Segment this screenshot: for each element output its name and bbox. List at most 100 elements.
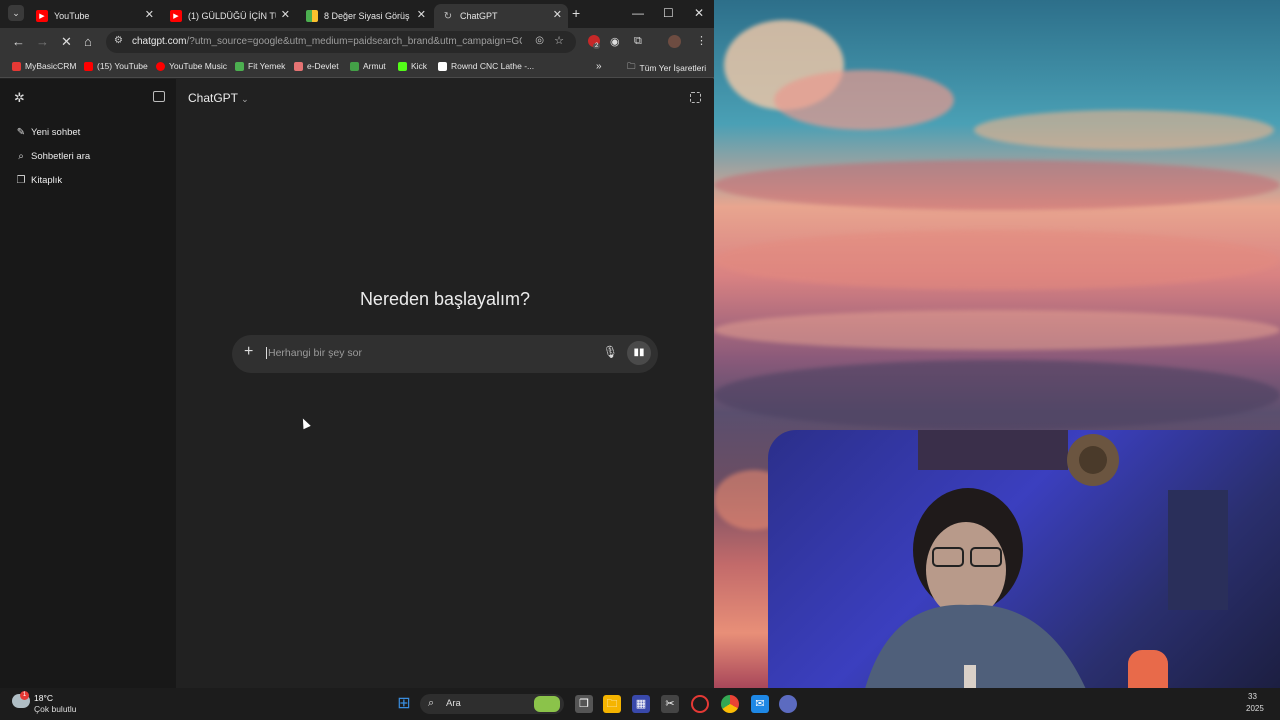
- close-icon[interactable]: ✕: [145, 8, 154, 21]
- stop-button[interactable]: ✕: [61, 34, 72, 50]
- tab-chatgpt[interactable]: ↻ ChatGPT ✕: [434, 4, 568, 28]
- chrome-icon[interactable]: [721, 695, 739, 713]
- bookmark-rownd[interactable]: Rownd CNC Lathe -...: [438, 61, 534, 71]
- close-icon[interactable]: ✕: [281, 8, 290, 21]
- forward-button[interactable]: →: [36, 34, 49, 49]
- toggle-sidebar-icon[interactable]: [153, 91, 165, 102]
- chatgpt-page: ✲ ✎ Yeni sohbet ⌕ Sohbetleri ara ❐ Kitap…: [0, 79, 714, 688]
- more-bookmarks-button[interactable]: »: [596, 61, 602, 72]
- search-label: Ara: [446, 698, 461, 709]
- sidebar-item-label: Sohbetleri ara: [31, 151, 91, 162]
- profile-avatar[interactable]: [668, 35, 681, 48]
- extension-icon[interactable]: ◉: [610, 35, 620, 48]
- star-icon[interactable]: ☆: [554, 34, 564, 47]
- close-icon[interactable]: ✕: [553, 8, 562, 21]
- kick-icon: [398, 61, 407, 71]
- bookmark-icon: [294, 61, 303, 71]
- back-button[interactable]: ←: [12, 34, 25, 49]
- bookmarks-bar: MyBasicCRM (15) YouTube YouTube Music Fi…: [0, 56, 714, 78]
- library-icon: ❐: [16, 175, 26, 186]
- bookmark-mybasiccrm[interactable]: MyBasicCRM: [12, 61, 76, 71]
- all-bookmarks[interactable]: 🗀 Tüm Yer İşaretleri: [627, 61, 706, 75]
- taskbar: 1 18°C Çok bulutlu ⊞ ⌕ Ara ❐ 🗀 ▦ ✂ ✉ 33 …: [0, 688, 1280, 720]
- close-window-button[interactable]: ✕: [694, 6, 704, 20]
- bookmark-e-devlet[interactable]: e-Devlet: [294, 61, 339, 71]
- tab-strip: ⌄ ▶ YouTube ✕ ▶ (1) GÜLDÜĞÜ İÇİN TUTU ✕ …: [0, 0, 714, 28]
- bookmark-fit-yemek[interactable]: Fit Yemek: [235, 61, 285, 71]
- close-icon[interactable]: ✕: [417, 8, 426, 21]
- site-icon: [306, 10, 318, 22]
- bookmark-label: YouTube Music: [169, 61, 227, 71]
- windows-start-icon[interactable]: ⊞: [395, 695, 413, 713]
- browser-window: ⌄ ▶ YouTube ✕ ▶ (1) GÜLDÜĞÜ İÇİN TUTU ✕ …: [0, 0, 714, 688]
- sidebar-item-library[interactable]: ❐ Kitaplık: [15, 175, 63, 186]
- bookmark-label: MyBasicCRM: [25, 61, 77, 71]
- bookmark-icon: [12, 61, 21, 71]
- site-info-icon[interactable]: ⚙: [114, 35, 123, 46]
- tab-search-button[interactable]: ⌄: [8, 5, 24, 21]
- mouse-cursor: [299, 416, 311, 430]
- bookmark-youtube-music[interactable]: YouTube Music: [156, 61, 227, 71]
- bookmark-kick[interactable]: Kick: [398, 61, 427, 71]
- weather-status: Çok bulutlu: [34, 704, 77, 714]
- model-selector[interactable]: ChatGPT ⌄: [188, 91, 249, 105]
- task-view-icon[interactable]: ❐: [575, 695, 593, 713]
- file-explorer-icon[interactable]: 🗀: [603, 695, 621, 713]
- youtube-icon: ▶: [36, 10, 48, 22]
- tab-youtube[interactable]: ▶ YouTube ✕: [28, 4, 160, 28]
- bookmark-icon: [235, 61, 244, 71]
- all-bookmarks-label: Tüm Yer İşaretleri: [639, 63, 707, 73]
- bookmark-armut[interactable]: Armut: [350, 61, 386, 71]
- sidebar: ✲ ✎ Yeni sohbet ⌕ Sohbetleri ara ❐ Kitap…: [0, 79, 176, 688]
- puzzle-icon[interactable]: ⧉: [634, 35, 642, 48]
- plus-icon[interactable]: +: [244, 343, 253, 361]
- bookmark-label: Kick: [411, 61, 428, 71]
- new-tab-button[interactable]: +: [572, 5, 580, 21]
- folder-icon: 🗀: [627, 61, 636, 71]
- outlook-icon[interactable]: ✉: [751, 695, 769, 713]
- clock-time: 33: [1248, 692, 1257, 701]
- menu-icon[interactable]: ⋮: [696, 34, 707, 47]
- page-title: Nereden başlayalım?: [359, 289, 531, 309]
- webcam-person-image: [858, 430, 1228, 720]
- sidebar-item-label: Yeni sohbet: [31, 127, 81, 138]
- tab-8-deger[interactable]: 8 Değer Siyasi Görüş Te ✕: [298, 4, 432, 28]
- minimize-button[interactable]: —: [632, 6, 644, 20]
- opera-icon[interactable]: [691, 695, 709, 713]
- temporary-chat-icon[interactable]: [690, 92, 701, 103]
- app-icon[interactable]: [779, 695, 797, 713]
- search-icon: ⌕: [428, 697, 435, 709]
- tab-title: (1) GÜLDÜĞÜ İÇİN TUTU: [188, 11, 276, 21]
- url-domain: chatgpt.com: [132, 36, 187, 47]
- microphone-icon[interactable]: 🎙: [603, 345, 618, 359]
- edit-icon: ✎: [16, 127, 26, 138]
- home-button[interactable]: ⌂: [84, 34, 92, 49]
- youtube-icon: [84, 61, 93, 71]
- taskbar-search[interactable]: ⌕ Ara: [420, 694, 564, 714]
- maximize-button[interactable]: ☐: [663, 6, 674, 20]
- snipping-tool-icon[interactable]: ✂: [661, 695, 679, 713]
- url-path: /?utm_source=google&utm_medium=paidsearc…: [186, 36, 522, 47]
- url-text: chatgpt.com/?utm_source=google&utm_mediu…: [132, 36, 522, 47]
- tab-guldugu[interactable]: ▶ (1) GÜLDÜĞÜ İÇİN TUTU ✕: [162, 4, 296, 28]
- loading-icon: ↻: [443, 10, 453, 22]
- youtube-music-icon: [156, 61, 165, 71]
- chevron-down-icon: ⌄: [241, 94, 249, 104]
- eye-slash-icon[interactable]: ◎: [535, 35, 544, 46]
- openai-logo-icon[interactable]: ✲: [14, 90, 25, 106]
- sidebar-item-new-chat[interactable]: ✎ Yeni sohbet: [15, 127, 81, 138]
- bookmark-label: (15) YouTube: [97, 61, 148, 71]
- tab-title: YouTube: [54, 11, 90, 21]
- bookmark-youtube[interactable]: (15) YouTube: [84, 61, 148, 71]
- bookmark-label: Armut: [363, 61, 386, 71]
- tab-title: ChatGPT: [460, 11, 498, 21]
- bookmark-label: Fit Yemek: [248, 61, 286, 71]
- sidebar-item-label: Kitaplık: [31, 175, 63, 186]
- prompt-input[interactable]: Herhangi bir şey sor: [266, 347, 362, 359]
- sidebar-item-search-chats[interactable]: ⌕ Sohbetleri ara: [15, 151, 90, 162]
- webcam-overlay: [768, 430, 1280, 720]
- calculator-icon[interactable]: ▦: [632, 695, 650, 713]
- voice-mode-button[interactable]: ▮▮: [627, 341, 651, 365]
- bookmark-icon: [350, 61, 359, 71]
- youtube-icon: ▶: [170, 10, 182, 22]
